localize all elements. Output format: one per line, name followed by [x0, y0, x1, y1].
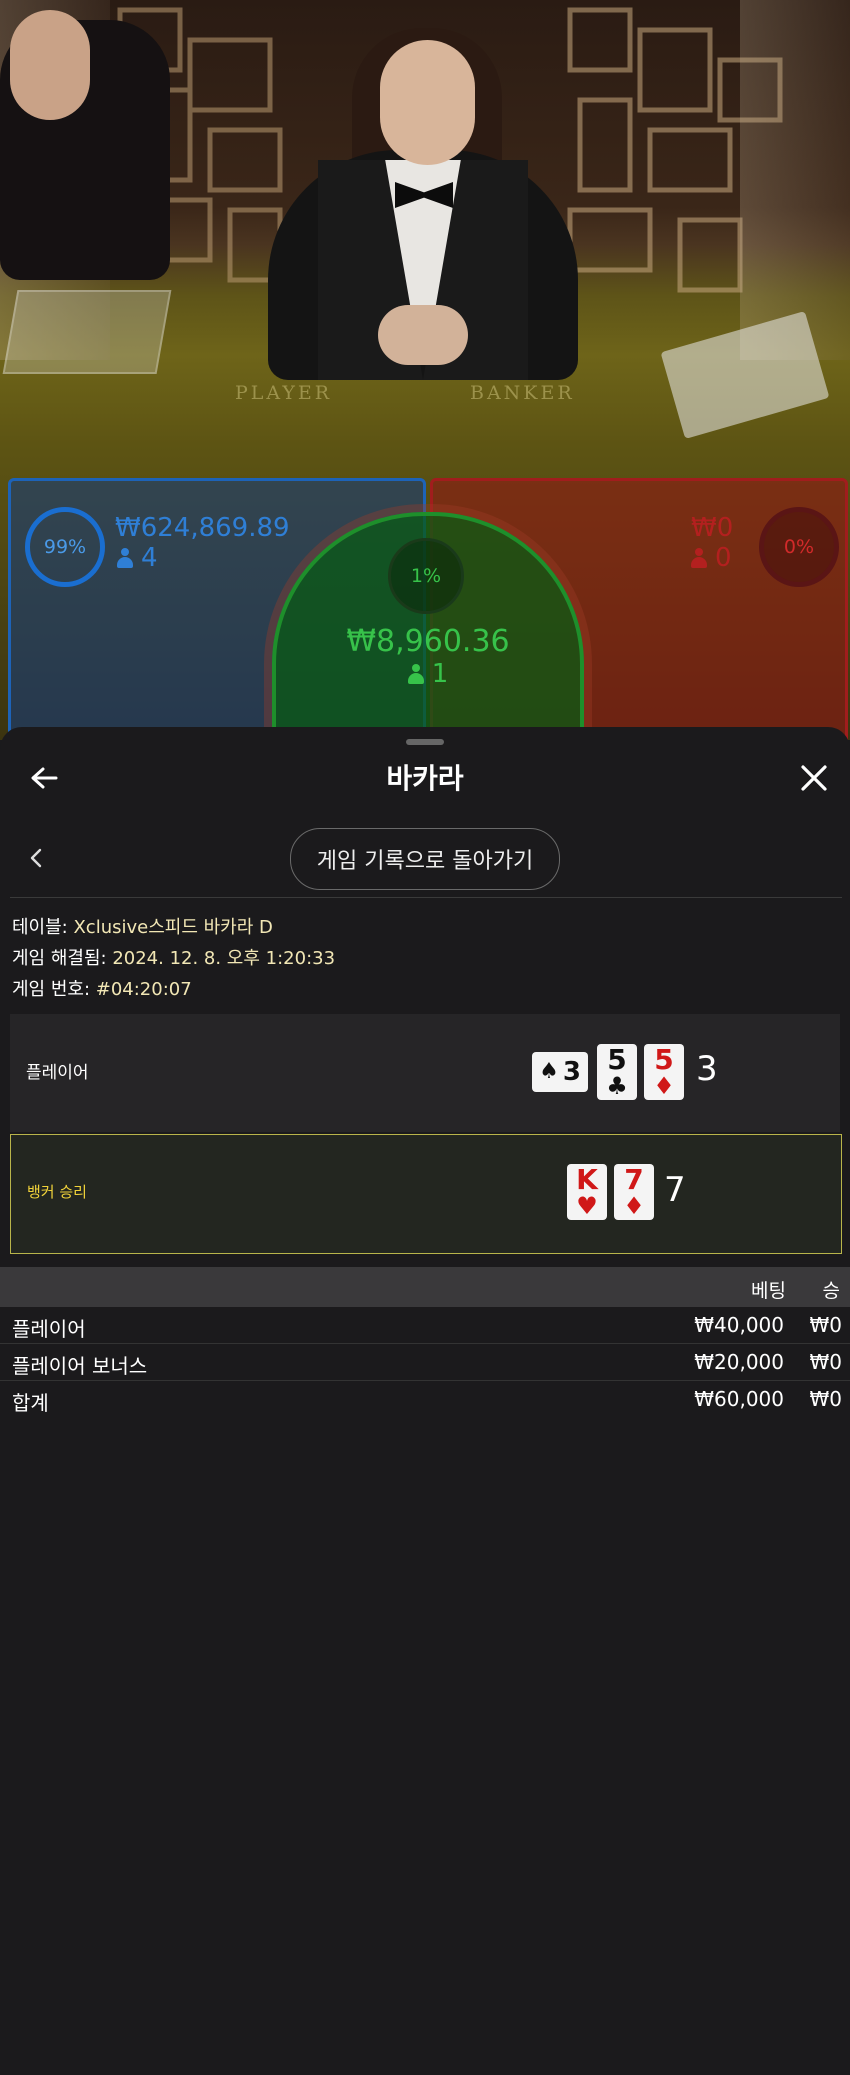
playing-card: 7 ♦ — [614, 1164, 654, 1220]
live-video: PLAYER BANKER 99% ₩624,869.89 4 ₩0 0 0% … — [0, 0, 850, 740]
back-to-history-button[interactable]: 게임 기록으로 돌아가기 — [290, 828, 560, 890]
divider — [10, 897, 842, 898]
total-win-amount: ₩0 — [809, 1387, 843, 1411]
bets-table: 베팅 승 플레이어 ₩40,000 ₩0 플레이어 보너스 ₩20,000 ₩0… — [0, 1267, 850, 1417]
card-suit: ♣ — [606, 1072, 628, 1100]
card-suit: ♦ — [653, 1072, 675, 1100]
player-score: 3 — [696, 1049, 718, 1089]
total-bet-amount: ₩60,000 — [694, 1387, 784, 1411]
resolved-info: 게임 해결됨: 2024. 12. 8. 오후 1:20:33 — [12, 944, 335, 970]
person-icon — [117, 548, 133, 568]
tie-bet-amount: ₩8,960.36 — [346, 624, 510, 659]
bet-amount: ₩20,000 — [694, 1350, 784, 1374]
close-icon[interactable] — [792, 756, 836, 800]
banker-percent-ring: 0% — [759, 507, 839, 587]
bet-amount: ₩40,000 — [694, 1313, 784, 1337]
banker-bet-amount: ₩0 — [691, 513, 734, 543]
total-label: 합계 — [12, 1391, 49, 1415]
player-hand-label: 플레이어 — [26, 1063, 89, 1083]
sheet-title: 바카라 — [386, 762, 464, 795]
dealer-hands — [378, 305, 468, 365]
win-column-header: 승 — [822, 1280, 840, 1302]
playing-card: 5 ♣ — [597, 1044, 637, 1100]
sheet-grabber[interactable] — [406, 739, 444, 745]
card-rank: 5 — [654, 1043, 674, 1076]
bet-name: 플레이어 보너스 — [12, 1354, 148, 1378]
resolved-label: 게임 해결됨: — [12, 948, 113, 969]
tie-count-value: 1 — [431, 659, 449, 689]
card-shoe — [2, 290, 172, 374]
card-rank: K — [576, 1163, 598, 1196]
tie-bettor-count: 1 — [276, 659, 580, 689]
card-rank: 3 — [562, 1057, 581, 1087]
banker-count-value: 0 — [715, 543, 732, 573]
shuffler-head — [10, 10, 90, 120]
game-number-info: 게임 번호: #04:20:07 — [12, 975, 192, 1001]
win-amount: ₩0 — [809, 1350, 843, 1374]
card-suit: ♥ — [576, 1192, 598, 1220]
bets-table-header: 베팅 승 — [0, 1267, 850, 1307]
banker-win-label: 뱅커 승리 — [27, 1183, 87, 1201]
table-row: 플레이어 보너스 ₩20,000 ₩0 — [0, 1344, 850, 1381]
banker-score: 7 — [664, 1170, 686, 1210]
table-info: 테이블: Xclusive스피드 바카라 D — [12, 913, 273, 939]
player-bet-amount: ₩624,869.89 — [115, 513, 290, 543]
playing-card: 5 ♦ — [644, 1044, 684, 1100]
player-count-value: 4 — [141, 543, 158, 573]
playing-card: K ♥ — [567, 1164, 607, 1220]
felt-player-text: PLAYER — [235, 382, 333, 404]
chevron-left-icon[interactable] — [14, 836, 58, 880]
player-hand-row: 플레이어 ♠ 3 5 ♣ 5 ♦ 3 — [10, 1014, 840, 1132]
banker-bettor-count: 0 — [691, 543, 732, 573]
dealer-head — [380, 40, 475, 165]
card-rank: 7 — [624, 1163, 644, 1196]
playing-card: ♠ 3 — [532, 1052, 588, 1092]
card-rank: 5 — [607, 1043, 627, 1076]
tie-percent-ring: 1% — [388, 538, 464, 614]
person-icon — [407, 664, 424, 684]
table-row: 플레이어 ₩40,000 ₩0 — [0, 1307, 850, 1344]
bet-name: 플레이어 — [12, 1317, 86, 1341]
game-number-value: #04:20:07 — [95, 979, 192, 1000]
table-label: 테이블: — [12, 917, 74, 938]
curtain — [740, 0, 850, 360]
resolved-value: 2024. 12. 8. 오후 1:20:33 — [112, 948, 336, 969]
history-sheet: 바카라 게임 기록으로 돌아가기 테이블: Xclusive스피드 바카라 D … — [0, 727, 850, 2075]
table-value: Xclusive스피드 바카라 D — [73, 917, 273, 938]
win-amount: ₩0 — [809, 1313, 843, 1337]
card-suit: ♠ — [539, 1059, 559, 1084]
bet-column-header: 베팅 — [751, 1280, 786, 1302]
card-suit: ♦ — [623, 1192, 645, 1220]
player-bettor-count: 4 — [117, 543, 158, 573]
felt-banker-text: BANKER — [470, 382, 575, 404]
game-number-label: 게임 번호: — [12, 979, 96, 1000]
banker-hand-row: 뱅커 승리 K ♥ 7 ♦ 7 — [10, 1134, 842, 1254]
player-percent-ring: 99% — [25, 507, 105, 587]
total-row: 합계 ₩60,000 ₩0 — [0, 1381, 850, 1417]
person-icon — [691, 548, 707, 568]
